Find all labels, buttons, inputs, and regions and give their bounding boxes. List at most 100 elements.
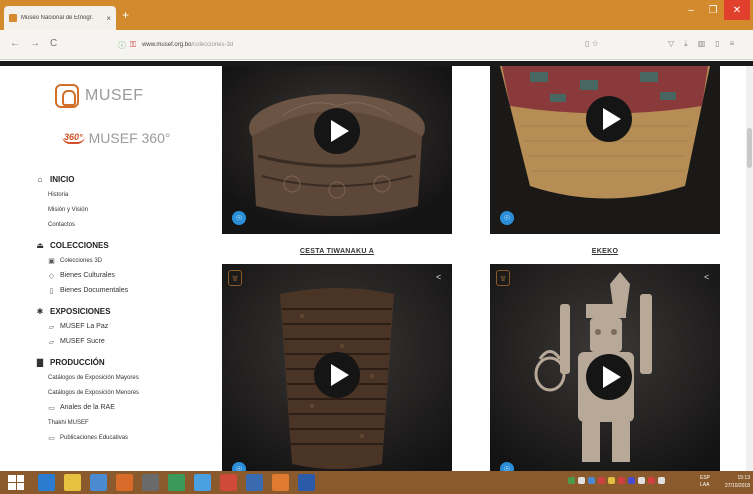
menu-item-bienes-documentales[interactable]: ▯ Bienes Documentales bbox=[36, 283, 220, 298]
web-page: MUSEF 360° MUSEF 360° ⌂ INICIO Historia … bbox=[0, 61, 753, 471]
new-tab-button[interactable]: + bbox=[122, 9, 129, 21]
app-icon[interactable] bbox=[194, 474, 211, 491]
taskbar-clock[interactable]: 15:13 27/10/2018 bbox=[714, 474, 750, 490]
menu-item-thakhi-musef[interactable]: Thakhi MUSEF bbox=[36, 415, 220, 430]
language-code: ESP bbox=[700, 475, 711, 481]
menu-item-catalogos-menores[interactable]: Catálogos de Exposición Menores bbox=[36, 385, 220, 400]
share-icon[interactable]: < bbox=[704, 272, 709, 282]
caption-cesta-tiwanaku[interactable]: CESTA TIWANAKU A bbox=[222, 248, 452, 255]
menu-section-colecciones[interactable]: ⏏ COLECCIONES bbox=[36, 238, 220, 253]
tray-icon[interactable] bbox=[588, 477, 595, 484]
tray-icon[interactable] bbox=[598, 477, 605, 484]
folder-icon: ▭ bbox=[48, 434, 55, 442]
language-indicator[interactable]: ESP LAA bbox=[700, 475, 710, 489]
viewer-badge-icon[interactable]: ☉ bbox=[500, 462, 514, 471]
windows-start-icon[interactable] bbox=[8, 475, 24, 490]
back-button[interactable]: ← bbox=[10, 38, 20, 50]
app-icon[interactable] bbox=[142, 474, 159, 491]
info-icon[interactable]: ⓘ bbox=[118, 40, 126, 51]
address-bar[interactable]: ⓘ ⚿ www.musef.org.bo /colecciones-3d bbox=[118, 37, 618, 53]
musef-logo[interactable]: MUSEF bbox=[55, 84, 144, 108]
musef-corner-logo-icon: ۩ bbox=[228, 270, 242, 286]
viewer-badge-icon[interactable]: ☉ bbox=[500, 211, 514, 225]
viewer-badge-icon[interactable]: ☉ bbox=[232, 462, 246, 471]
menu-item-mision-vision[interactable]: Misión y Visión bbox=[36, 202, 220, 217]
menu-item-label: MUSEF La Paz bbox=[60, 323, 109, 330]
musef-corner-logo-icon: ۩ bbox=[496, 270, 510, 286]
caption-ekeko[interactable]: EKEKO bbox=[490, 248, 720, 255]
pocket-icon[interactable]: ▽ bbox=[668, 39, 674, 49]
download-icon[interactable]: ⤓ bbox=[684, 39, 688, 49]
cube-icon: ▣ bbox=[48, 257, 55, 265]
tray-icon[interactable] bbox=[628, 477, 635, 484]
app-icon[interactable] bbox=[220, 474, 237, 491]
close-window-button[interactable]: ✕ bbox=[724, 0, 750, 20]
viewer-badge-icon[interactable]: ☉ bbox=[232, 211, 246, 225]
system-tray bbox=[568, 477, 665, 484]
tray-icon[interactable] bbox=[618, 477, 625, 484]
menu-item-colecciones-3d[interactable]: ▣ Colecciones 3D bbox=[36, 253, 220, 268]
play-model-button[interactable] bbox=[586, 96, 632, 142]
menu-section-label: PRODUCCIÓN bbox=[50, 358, 105, 367]
edge-browser-icon[interactable] bbox=[38, 474, 55, 491]
browser-titlebar: Museo Nacional de Etnogr. × + – ❐ ✕ bbox=[0, 0, 753, 30]
menu-item-historia[interactable]: Historia bbox=[36, 187, 220, 202]
model-card-ekeko[interactable]: ۩ < ☉ bbox=[490, 264, 720, 471]
menu-section-label: COLECCIONES bbox=[50, 241, 109, 250]
bookmark-star-icon[interactable]: ▯ ☆ bbox=[585, 39, 599, 48]
menu-item-musef-sucre[interactable]: ▱ MUSEF Sucre bbox=[36, 334, 220, 349]
play-model-button[interactable] bbox=[586, 354, 632, 400]
clock-date: 27/10/2018 bbox=[724, 483, 750, 489]
reload-button[interactable]: C bbox=[50, 38, 57, 50]
model-card-carved-box[interactable]: ☉ bbox=[222, 66, 452, 234]
play-model-button[interactable] bbox=[314, 352, 360, 398]
menu-section-produccion[interactable]: ▇ PRODUCCIÓN bbox=[36, 355, 220, 370]
app-icon[interactable] bbox=[168, 474, 185, 491]
menu-item-bienes-culturales[interactable]: ◇ Bienes Culturales bbox=[36, 268, 220, 283]
insecure-lock-icon[interactable]: ⚿ bbox=[130, 40, 136, 50]
model-card-basket[interactable]: ☉ bbox=[490, 66, 720, 234]
page-scrollbar[interactable] bbox=[746, 66, 753, 471]
menu-item-anales-rae[interactable]: ▭ Anales de la RAE bbox=[36, 400, 220, 415]
maximize-button[interactable]: ❐ bbox=[702, 0, 724, 20]
tray-icon[interactable] bbox=[568, 477, 575, 484]
app-icon[interactable] bbox=[246, 474, 263, 491]
menu-item-publicaciones-educativas[interactable]: ▭ Publicaciones Educativas bbox=[36, 430, 220, 445]
url-path: /colecciones-3d bbox=[191, 42, 234, 48]
site-sidebar: MUSEF 360° MUSEF 360° ⌂ INICIO Historia … bbox=[0, 66, 220, 471]
sidebar-toggle-icon[interactable]: ▯ bbox=[715, 39, 719, 49]
scrollbar-thumb[interactable] bbox=[747, 128, 752, 168]
tray-icon[interactable] bbox=[648, 477, 655, 484]
word-icon[interactable] bbox=[298, 474, 315, 491]
share-icon[interactable]: < bbox=[436, 272, 441, 282]
musef-360-logo[interactable]: 360° MUSEF 360° bbox=[62, 130, 170, 146]
play-model-button[interactable] bbox=[314, 108, 360, 154]
tray-icon[interactable] bbox=[578, 477, 585, 484]
menu-item-contactos[interactable]: Contactos bbox=[36, 217, 220, 232]
clock-time: 15:13 bbox=[737, 475, 750, 481]
os-taskbar: ESP LAA 15:13 27/10/2018 bbox=[0, 471, 753, 494]
volume-icon[interactable] bbox=[658, 477, 665, 484]
app-icon[interactable] bbox=[116, 474, 133, 491]
network-icon[interactable] bbox=[638, 477, 645, 484]
menu-section-inicio[interactable]: ⌂ INICIO bbox=[36, 172, 220, 187]
file-explorer-icon[interactable] bbox=[64, 474, 81, 491]
musef-logo-text: MUSEF bbox=[85, 87, 144, 104]
model-card-cesta-tiwanaku[interactable]: ۩ < ☉ bbox=[222, 264, 452, 471]
menu-item-label: Publicaciones Educativas bbox=[60, 434, 129, 441]
menu-item-catalogos-mayores[interactable]: Catálogos de Exposición Mayores bbox=[36, 370, 220, 385]
menu-item-musef-la-paz[interactable]: ▱ MUSEF La Paz bbox=[36, 319, 220, 334]
musef-logo-icon bbox=[55, 84, 79, 108]
favicon-icon bbox=[9, 14, 17, 22]
menu-section-exposiciones[interactable]: ✱ EXPOSICIONES bbox=[36, 304, 220, 319]
minimize-button[interactable]: – bbox=[680, 0, 702, 20]
firefox-icon[interactable] bbox=[272, 474, 289, 491]
store-icon[interactable] bbox=[90, 474, 107, 491]
library-icon[interactable]: ▥ bbox=[698, 39, 706, 49]
tab-close-icon[interactable]: × bbox=[106, 14, 111, 23]
menu-icon[interactable]: ≡ bbox=[730, 39, 735, 49]
musef-360-mark: 360° bbox=[62, 132, 85, 144]
tray-icon[interactable] bbox=[608, 477, 615, 484]
browser-tab[interactable]: Museo Nacional de Etnogr. × bbox=[4, 6, 116, 30]
forward-button[interactable]: → bbox=[30, 38, 40, 50]
